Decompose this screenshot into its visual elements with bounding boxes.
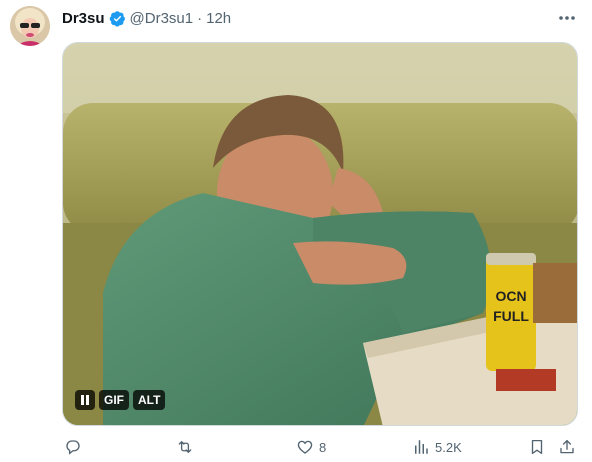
- user-handle[interactable]: @Dr3su1: [130, 10, 194, 27]
- share-icon: [560, 439, 574, 454]
- can-label-line2: FULL: [493, 308, 529, 324]
- repost-button[interactable]: [176, 436, 199, 458]
- repost-icon: [178, 441, 192, 453]
- views-count: 5.2K: [435, 439, 462, 455]
- gif-frame-image: OCN FULL: [63, 43, 577, 425]
- share-button[interactable]: [558, 436, 576, 458]
- views-icon: [415, 440, 428, 454]
- separator-dot: ·: [197, 9, 203, 27]
- tweet-header: Dr3su @Dr3su1 · 12h: [62, 8, 231, 28]
- bookmark-button[interactable]: [528, 436, 546, 458]
- timestamp[interactable]: 12h: [206, 10, 231, 27]
- can-label-line1: OCN: [495, 288, 526, 304]
- display-name[interactable]: Dr3su: [62, 10, 105, 27]
- reply-icon: [66, 440, 80, 455]
- pause-icon[interactable]: [75, 390, 95, 410]
- media-controls: GIF ALT: [75, 389, 166, 411]
- verified-badge-icon: [109, 10, 126, 27]
- avatar-image: [10, 6, 50, 46]
- alt-text-button[interactable]: ALT: [133, 390, 166, 410]
- more-options-icon[interactable]: [556, 9, 578, 27]
- reply-button[interactable]: [64, 436, 87, 458]
- like-count: 8: [319, 439, 327, 455]
- views-button[interactable]: 5.2K: [412, 436, 462, 458]
- avatar[interactable]: [10, 6, 50, 46]
- like-button[interactable]: 8: [296, 436, 326, 458]
- gif-badge: GIF: [99, 390, 129, 410]
- bookmark-icon: [531, 439, 543, 455]
- tweet-media-gif[interactable]: OCN FULL GIF ALT: [62, 42, 578, 426]
- heart-icon: [297, 440, 313, 454]
- tweet-actions: 8 5.2K: [62, 436, 582, 460]
